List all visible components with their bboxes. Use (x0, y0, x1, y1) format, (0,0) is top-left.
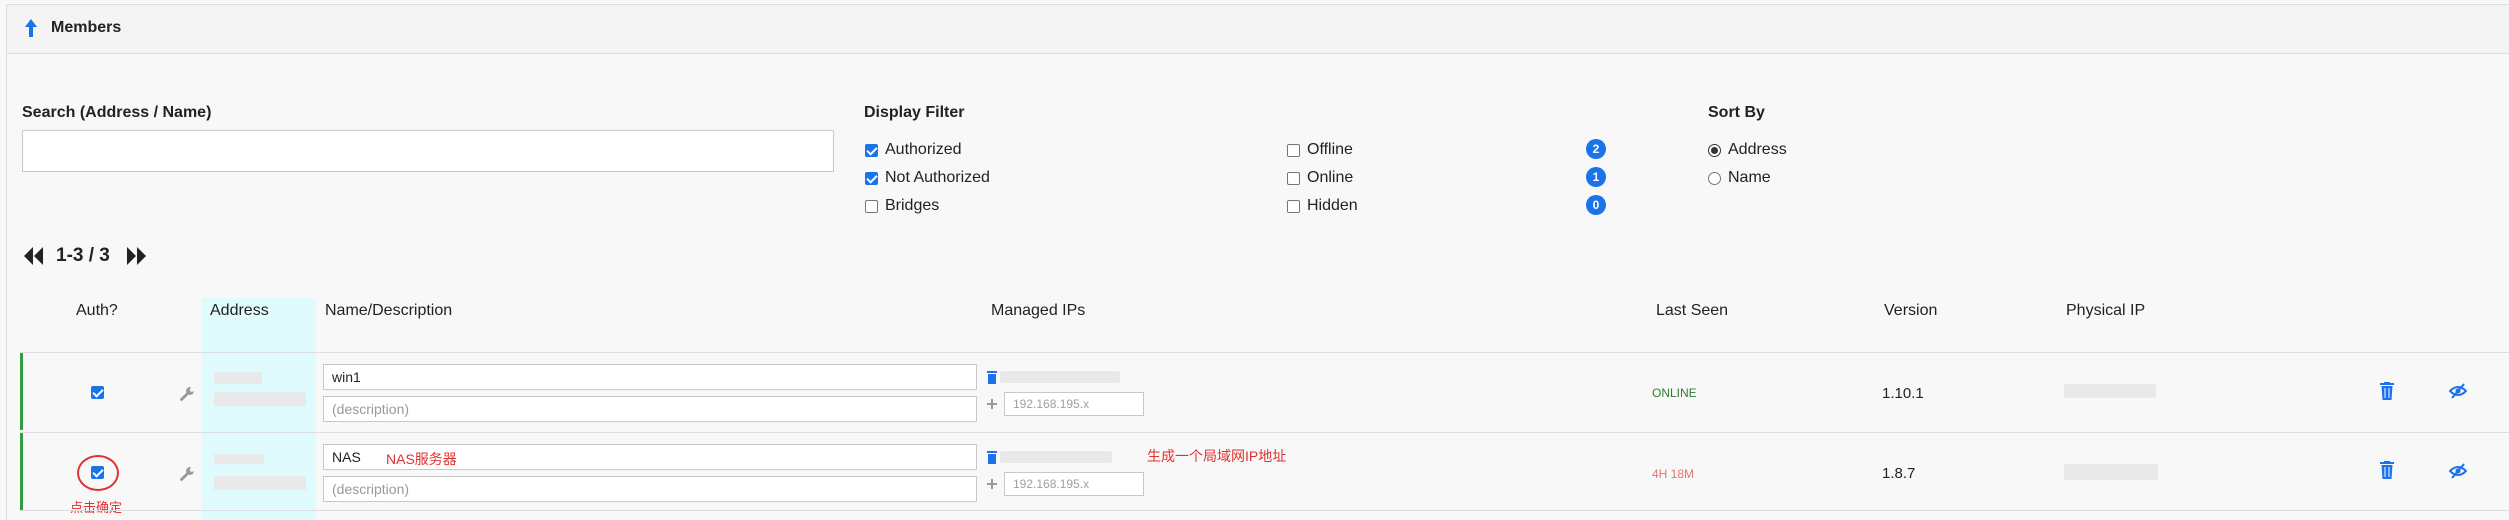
managed-ip-redacted (1000, 451, 1112, 463)
offline-option-label: Offline (1307, 141, 1353, 158)
version-value: 1.10.1 (1882, 385, 1924, 402)
confirm-annotation: 点击确定 (70, 501, 123, 516)
display-filter-label: Display Filter (864, 104, 965, 121)
sort-address-label: Address (1728, 141, 1787, 158)
nas-annotation: NAS服务器 (386, 451, 457, 467)
trash-icon[interactable] (2380, 461, 2394, 479)
bridges-checkbox[interactable] (865, 200, 878, 213)
physical-ip-redacted (2064, 464, 2158, 480)
trash-icon[interactable] (987, 450, 997, 464)
offline-count-badge: 2 (1586, 139, 1606, 159)
hidden-option-label: Hidden (1307, 197, 1358, 214)
last-seen-status: 4H 18M (1652, 467, 1695, 481)
column-header-last-seen[interactable]: Last Seen (1656, 302, 1728, 320)
managed-ip-input[interactable]: 192.168.195.x (1004, 472, 1144, 496)
online-option-label: Online (1307, 169, 1354, 186)
managed-ip-input[interactable]: 192.168.195.x (1004, 392, 1144, 416)
trash-icon[interactable] (2380, 382, 2394, 400)
offline-checkbox[interactable] (1287, 144, 1300, 157)
not-authorized-checkbox[interactable] (865, 172, 878, 185)
members-page: Members Search (Address / Name) Display … (0, 0, 2509, 520)
eye-slash-icon[interactable] (2449, 383, 2467, 399)
search-input[interactable] (22, 130, 834, 172)
last-page-icon[interactable] (126, 247, 148, 265)
sort-by-label: Sort By (1708, 104, 1765, 121)
auth-checkbox[interactable] (91, 386, 104, 399)
address-redacted (214, 454, 264, 464)
member-name-input[interactable]: win1 (323, 364, 977, 390)
bridges-option-label: Bridges (885, 197, 940, 214)
eye-slash-icon[interactable] (2449, 463, 2467, 479)
address-redacted (214, 476, 306, 490)
last-seen-status: ONLINE (1652, 386, 1697, 400)
arrow-up-icon (25, 19, 37, 37)
version-value: 1.8.7 (1882, 465, 1916, 482)
authorized-checkbox[interactable] (865, 144, 878, 157)
row-status-bar (20, 433, 23, 510)
address-redacted (214, 372, 262, 384)
first-page-icon[interactable] (22, 247, 44, 265)
ip-annotation: 生成一个局域网IP地址 (1147, 448, 1287, 464)
plus-icon[interactable] (987, 479, 997, 489)
not-authorized-option-label: Not Authorized (885, 169, 990, 186)
column-header-physical-ip[interactable]: Physical IP (2066, 302, 2145, 320)
wrench-icon[interactable] (179, 386, 195, 402)
column-header-managed-ips[interactable]: Managed IPs (991, 302, 1085, 320)
members-header[interactable]: Members (6, 4, 2509, 54)
column-header-auth[interactable]: Auth? (76, 302, 118, 320)
auth-checkbox-highlight-circle (77, 455, 119, 491)
member-description-input[interactable]: (description) (323, 396, 977, 422)
members-title: Members (51, 19, 122, 36)
row-divider (20, 510, 2509, 511)
sort-name-radio[interactable] (1708, 172, 1721, 185)
member-description-input[interactable]: (description) (323, 476, 977, 502)
wrench-icon[interactable] (179, 466, 195, 482)
sort-name-label: Name (1728, 169, 1771, 186)
address-redacted (214, 392, 306, 406)
hidden-count-badge: 0 (1586, 195, 1606, 215)
row-status-bar (20, 353, 23, 430)
column-header-name[interactable]: Name/Description (325, 302, 452, 320)
column-header-version[interactable]: Version (1884, 302, 1937, 320)
plus-icon[interactable] (987, 399, 997, 409)
column-header-address[interactable]: Address (210, 302, 269, 320)
online-checkbox[interactable] (1287, 172, 1300, 185)
hidden-checkbox[interactable] (1287, 200, 1300, 213)
authorized-option-label: Authorized (885, 141, 962, 158)
sort-address-radio[interactable] (1708, 144, 1721, 157)
trash-icon[interactable] (987, 370, 997, 384)
physical-ip-redacted (2064, 384, 2156, 398)
online-count-badge: 1 (1586, 167, 1606, 187)
search-label: Search (Address / Name) (22, 104, 212, 121)
pager-range: 1-3 / 3 (56, 245, 110, 266)
managed-ip-redacted (1000, 371, 1120, 383)
